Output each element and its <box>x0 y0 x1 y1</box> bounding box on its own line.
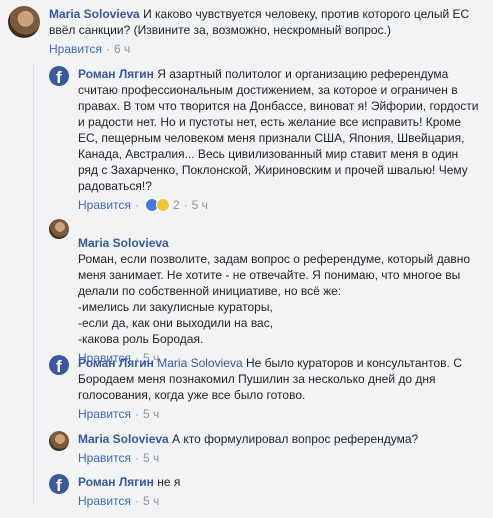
comment-message: Я азартный политолог и организацию рефер… <box>78 67 479 193</box>
like-button[interactable]: Нравится <box>78 406 131 422</box>
comment-text: Роман Лягин не я <box>78 474 180 490</box>
comment-author[interactable]: Роман Лягин <box>78 356 154 370</box>
thread-line <box>33 63 34 503</box>
facebook-logo-icon[interactable]: f <box>49 474 69 494</box>
comment-author[interactable]: Maria Solovieva <box>78 236 169 250</box>
comment-time[interactable]: 5 ч <box>143 493 159 509</box>
comment-actions: Нравится · 6 ч <box>49 41 486 57</box>
comment-time[interactable]: 5 ч <box>192 197 208 213</box>
avatar[interactable] <box>49 431 69 451</box>
comment-time[interactable]: 6 ч <box>114 41 130 57</box>
comment-author[interactable]: Maria Solovieva <box>78 432 169 446</box>
separator-dot: · <box>105 42 110 56</box>
comment-message: А кто формулировал вопрос референдума? <box>172 432 419 446</box>
separator-dot: · <box>134 494 139 508</box>
comment-top: Maria Solovieva И каково чувствуется чел… <box>8 6 486 57</box>
avatar[interactable] <box>49 219 69 239</box>
like-button[interactable]: Нравится <box>78 450 131 466</box>
reactions-count: 2 <box>172 198 180 212</box>
comment-message: не я <box>157 475 181 489</box>
comment-author[interactable]: Роман Лягин <box>78 475 154 489</box>
comment-mention[interactable]: Maria Solovieva <box>157 356 242 370</box>
reply-1: f Роман Лягин Я азартный политолог и орг… <box>49 66 479 213</box>
comment-text: Роман Лягин Maria Solovieva Не было кура… <box>78 355 479 403</box>
comment-text: Maria Solovieva И каково чувствуется чел… <box>49 6 486 38</box>
comment-actions: Нравится · 5 ч <box>78 493 180 509</box>
like-button[interactable]: Нравится <box>78 493 131 509</box>
comment-author[interactable]: Maria Solovieva <box>49 7 140 21</box>
facebook-logo-icon[interactable]: f <box>49 66 69 86</box>
comment-actions: Нравится · 2 · 5 ч <box>78 197 479 213</box>
reply-2: Maria Solovieva Роман, если позволите, з… <box>49 219 479 366</box>
comment-actions: Нравится · 5 ч <box>78 406 479 422</box>
haha-reaction-icon <box>155 198 170 212</box>
reply-3: f Роман Лягин Maria Solovieva Не было ку… <box>49 355 479 422</box>
comment-author[interactable]: Роман Лягин <box>78 67 154 81</box>
separator-dot: · <box>134 407 139 421</box>
comment-message: Роман, если позволите, задам вопрос о ре… <box>78 252 471 346</box>
facebook-logo-icon[interactable]: f <box>49 355 69 375</box>
like-button[interactable]: Нравится <box>78 197 131 213</box>
separator-dot: · <box>183 198 188 212</box>
reply-5: f Роман Лягин не я Нравится · 5 ч <box>49 474 479 509</box>
like-button[interactable]: Нравится <box>49 41 102 57</box>
reactions-summary[interactable]: 2 <box>144 197 180 213</box>
comment-time[interactable]: 5 ч <box>143 406 159 422</box>
comment-text: Роман Лягин Я азартный политолог и орган… <box>78 66 479 194</box>
avatar[interactable] <box>8 6 40 38</box>
comment-time[interactable]: 5 ч <box>143 450 159 466</box>
comment-text: Maria Solovieva А кто формулировал вопро… <box>78 431 418 447</box>
comment-actions: Нравится · 5 ч <box>78 450 418 466</box>
separator-dot: · <box>134 198 139 212</box>
comment-text: Maria Solovieva Роман, если позволите, з… <box>78 219 479 347</box>
reply-4: Maria Solovieva А кто формулировал вопро… <box>49 431 479 466</box>
separator-dot: · <box>134 451 139 465</box>
